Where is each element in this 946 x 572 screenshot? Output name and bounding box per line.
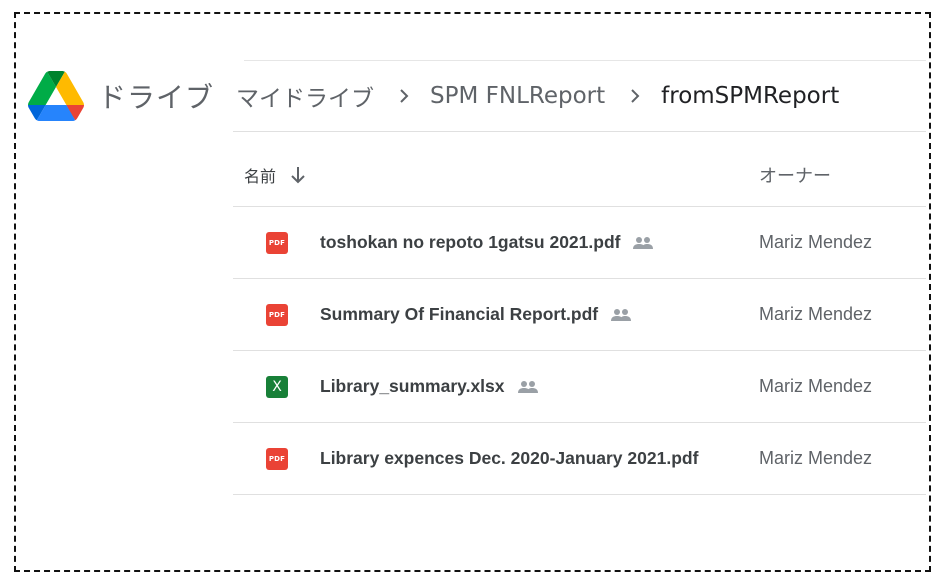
pdf-icon: PDF bbox=[266, 303, 288, 326]
breadcrumb-my-drive[interactable]: マイドライブ bbox=[236, 79, 374, 113]
breadcrumb-current-folder[interactable]: fromSPMReport bbox=[661, 83, 839, 109]
file-owner: Mariz Mendez bbox=[759, 232, 873, 252]
column-header-name[interactable]: 名前 bbox=[244, 163, 276, 187]
chevron-right-icon bbox=[398, 88, 410, 104]
file-name: toshokan no repoto 1gatsu 2021.pdf bbox=[320, 232, 654, 253]
file-row[interactable]: PDF Library expences Dec. 2020-January 2… bbox=[233, 422, 926, 495]
google-drive-logo[interactable] bbox=[28, 70, 84, 122]
people-icon bbox=[517, 380, 539, 394]
drive-brand-title: ドライブ bbox=[98, 81, 215, 114]
file-name: Summary Of Financial Report.pdf bbox=[320, 304, 632, 325]
file-name: Library expences Dec. 2020-January 2021.… bbox=[320, 448, 699, 468]
header-divider bbox=[233, 131, 926, 132]
pdf-icon: PDF bbox=[266, 447, 288, 470]
file-row[interactable]: PDF Summary Of Financial Report.pdf Mari… bbox=[233, 278, 926, 350]
column-header-owner[interactable]: オーナー bbox=[759, 162, 831, 188]
file-name: Library_summary.xlsx bbox=[320, 376, 539, 397]
drive-header: ドライブ マイドライブ SPM FNLReport fromSPMReport bbox=[28, 66, 839, 126]
file-row[interactable]: PDF toshokan no repoto 1gatsu 2021.pdf M… bbox=[233, 206, 926, 278]
file-owner: Mariz Mendez bbox=[759, 376, 873, 396]
arrow-down-icon[interactable] bbox=[290, 166, 306, 184]
pdf-icon: PDF bbox=[266, 231, 288, 254]
top-divider bbox=[244, 60, 926, 61]
breadcrumb-spm-fnlreport[interactable]: SPM FNLReport bbox=[430, 83, 605, 109]
file-owner: Mariz Mendez bbox=[759, 448, 873, 468]
people-icon bbox=[610, 308, 632, 322]
file-list: PDF toshokan no repoto 1gatsu 2021.pdf M… bbox=[233, 206, 926, 495]
excel-icon: X bbox=[266, 375, 288, 398]
breadcrumb: マイドライブ SPM FNLReport fromSPMReport bbox=[236, 79, 839, 113]
people-icon bbox=[632, 236, 654, 250]
file-row[interactable]: X Library_summary.xlsx Mariz Mendez bbox=[233, 350, 926, 422]
file-owner: Mariz Mendez bbox=[759, 304, 873, 324]
chevron-right-icon bbox=[629, 88, 641, 104]
column-header-row: 名前 オーナー bbox=[244, 160, 926, 190]
